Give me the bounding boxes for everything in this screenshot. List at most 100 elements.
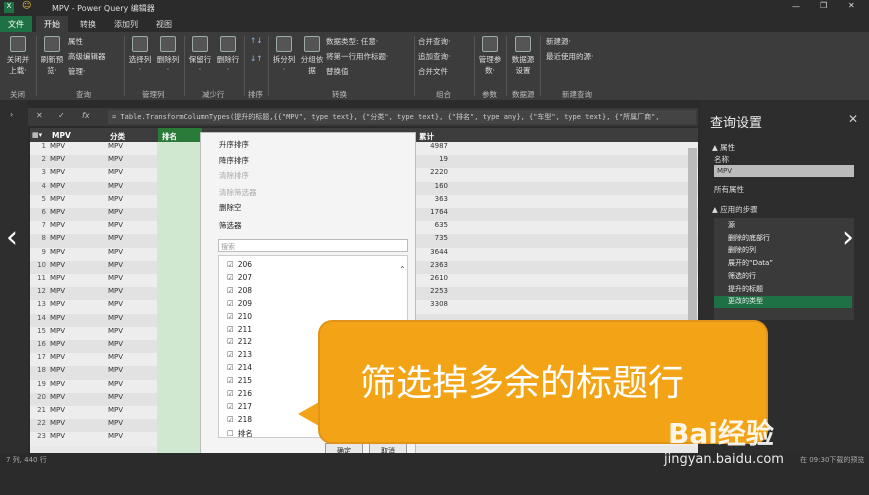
manage-button[interactable]: 管理· <box>68 66 85 77</box>
merge-queries-button[interactable]: 合并查询· <box>418 36 450 47</box>
close-pane-icon[interactable]: ✕ <box>848 112 858 126</box>
remove-columns-button[interactable]: 删除列· <box>156 36 180 74</box>
category-cell: MPV <box>108 221 124 230</box>
fx-icon[interactable]: fx <box>82 111 90 120</box>
filter-checkbox-item[interactable]: 218 <box>227 415 252 424</box>
data-source-settings-button[interactable]: 数据源设置 <box>510 36 536 76</box>
all-properties-link[interactable]: 所有属性 <box>714 184 744 195</box>
close-window-icon[interactable]: ✕ <box>848 1 855 10</box>
column-header-rank[interactable]: 排名 <box>158 128 202 142</box>
queries-pane-collapsed[interactable]: › <box>0 100 28 463</box>
remove-empty-item[interactable]: 删除空 <box>219 202 242 213</box>
row-number: 20 <box>37 392 46 401</box>
excel-icon: X <box>4 2 14 13</box>
filter-checkbox-item[interactable]: 208 <box>227 286 252 295</box>
sort-asc-icon[interactable]: ↑↓ <box>250 36 263 45</box>
category-cell: MPV <box>108 260 124 269</box>
tab-home[interactable]: 开始 <box>36 16 68 32</box>
mpv-cell: MPV <box>50 260 66 269</box>
sort-desc-icon[interactable]: ↓↑ <box>250 54 263 63</box>
filter-checkbox-item[interactable]: 210 <box>227 312 252 321</box>
filter-checkbox-item[interactable]: 排名 <box>227 428 253 439</box>
filter-checkbox-item[interactable]: 217 <box>227 402 252 411</box>
properties-button[interactable]: 属性 <box>68 36 83 47</box>
close-apply-button[interactable]: 关闭并上载· <box>4 36 32 76</box>
row-number: 8 <box>41 234 46 243</box>
query-name-input[interactable]: MPV <box>714 165 854 177</box>
tab-add-column[interactable]: 添加列 <box>106 16 146 32</box>
row-number: 1 <box>41 142 46 150</box>
applied-step-item[interactable]: 提升的标题 <box>714 284 852 296</box>
split-column-button[interactable]: 拆分列· <box>272 36 296 74</box>
remove-rows-button[interactable]: 删除行· <box>216 36 240 74</box>
append-queries-button[interactable]: 追加查询· <box>418 51 450 62</box>
confirm-formula-icon[interactable]: ✓ <box>58 111 65 120</box>
combine-files-button[interactable]: 合并文件 <box>418 66 448 77</box>
group-label-parameters: 参数 <box>482 90 497 99</box>
filter-checkbox-item[interactable]: 213 <box>227 350 252 359</box>
category-cell: MPV <box>108 300 124 309</box>
prev-slide-icon[interactable]: ‹ <box>6 220 18 255</box>
filter-checkbox-item[interactable]: 212 <box>227 337 252 346</box>
filter-checkbox-item[interactable]: 207 <box>227 273 252 282</box>
category-cell: MPV <box>108 353 124 362</box>
tab-file[interactable]: 文件 <box>0 16 32 32</box>
group-label-sort: 排序 <box>248 90 263 99</box>
applied-step-item[interactable]: 筛选的行 <box>714 271 852 283</box>
filter-checkbox-item[interactable]: 209 <box>227 299 252 308</box>
tab-view[interactable]: 视图 <box>148 16 180 32</box>
window-title: MPV - Power Query 编辑器 <box>52 4 155 13</box>
filters-submenu[interactable]: 筛选器 <box>219 220 242 231</box>
new-source-button[interactable]: 新建源· <box>546 36 571 47</box>
column-header-category[interactable]: 分类 <box>106 128 162 142</box>
expand-arrow-icon[interactable]: › <box>10 110 13 119</box>
advanced-editor-button[interactable]: 高级编辑器 <box>68 51 106 62</box>
manage-parameters-button[interactable]: 管理参数· <box>478 36 502 76</box>
table-menu-icon[interactable]: ▦▾ <box>32 131 42 139</box>
column-header-cumulative[interactable]: 累计 <box>415 128 455 142</box>
mpv-cell: MPV <box>50 234 66 243</box>
tab-transform[interactable]: 转换 <box>72 16 104 32</box>
group-by-button[interactable]: 分组依据 <box>300 36 324 76</box>
filter-checkbox-item[interactable]: 214 <box>227 363 252 372</box>
row-number: 12 <box>37 287 46 296</box>
group-by-icon <box>304 36 320 52</box>
smiley-icon[interactable]: ☺ <box>22 1 31 11</box>
data-type-dropdown[interactable]: 数据类型: 任意· <box>326 36 378 47</box>
category-cell: MPV <box>108 208 124 216</box>
cancel-formula-icon[interactable]: ✕ <box>36 111 43 120</box>
filter-search-input[interactable]: 搜索 <box>218 239 408 252</box>
choose-columns-button[interactable]: 选择列· <box>128 36 152 74</box>
replace-values-button[interactable]: 替换值 <box>326 66 349 77</box>
applied-step-item[interactable]: 删除的底部行 <box>714 233 852 245</box>
mpv-cell: MPV <box>50 155 66 164</box>
sort-descending-item[interactable]: 降序排序 <box>219 155 249 166</box>
filter-checkbox-item[interactable]: 215 <box>227 376 252 385</box>
column-header-mpv[interactable]: MPV <box>48 128 104 142</box>
keep-rows-icon <box>192 36 208 52</box>
recent-sources-button[interactable]: 最近使用的源· <box>546 51 593 62</box>
next-slide-icon[interactable]: › <box>842 220 854 255</box>
keep-rows-button[interactable]: 保留行· <box>188 36 212 74</box>
first-row-header-button[interactable]: 将第一行用作标题· <box>326 51 388 62</box>
filter-checkbox-item[interactable]: 206 <box>227 260 252 269</box>
applied-steps-heading: ▲ 应用的步骤 <box>712 205 758 214</box>
applied-step-item[interactable]: 源 <box>714 220 852 232</box>
filter-checkbox-item[interactable]: 211 <box>227 325 252 334</box>
formula-input[interactable]: = Table.TransformColumnTypes(提升的标题,{{"MP… <box>108 110 696 124</box>
ribbon: 关闭并上载· 刷新预览· 属性 高级编辑器 管理· 选择列· 删除列· 保留行·… <box>0 32 869 100</box>
mpv-cell: MPV <box>50 247 66 256</box>
restore-icon[interactable]: ❐ <box>820 1 827 10</box>
refresh-preview-button[interactable]: 刷新预览· <box>40 36 64 76</box>
minimize-icon[interactable]: — <box>792 2 800 11</box>
applied-step-item[interactable]: 更改的类型 <box>714 296 852 309</box>
watermark-logo: Bai经验 <box>668 417 774 450</box>
list-scroll-up-icon[interactable]: ⌃ <box>399 265 406 274</box>
sort-ascending-item[interactable]: 升序排序 <box>219 139 249 150</box>
clear-sort-item: 清除排序 <box>219 171 249 180</box>
group-label-transform: 转换 <box>332 90 347 99</box>
filter-checkbox-item[interactable]: 216 <box>227 389 252 398</box>
applied-step-item[interactable]: 展开的“Data” <box>714 258 852 270</box>
applied-step-item[interactable]: 删除的列 <box>714 245 852 257</box>
row-number: 13 <box>37 300 46 309</box>
